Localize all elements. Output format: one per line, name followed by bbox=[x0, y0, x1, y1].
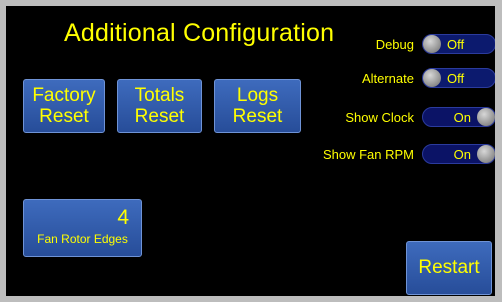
debug-toggle[interactable]: Off bbox=[422, 34, 495, 54]
toggle-knob bbox=[423, 35, 441, 53]
factory-reset-button[interactable]: Factory Reset bbox=[23, 79, 105, 133]
fan-rotor-edges-button[interactable]: 4 Fan Rotor Edges bbox=[23, 199, 142, 257]
alternate-toggle-state: Off bbox=[447, 71, 465, 86]
page-title: Additional Configuration bbox=[64, 19, 335, 47]
show-fan-rpm-toggle-state: On bbox=[453, 147, 471, 162]
fan-rotor-edges-label: Fan Rotor Edges bbox=[37, 232, 128, 246]
show-clock-toggle-state: On bbox=[453, 110, 471, 125]
show-clock-label: Show Clock bbox=[345, 110, 414, 125]
config-screen: Additional Configuration Factory Reset T… bbox=[6, 6, 495, 296]
totals-reset-line1: Totals bbox=[134, 85, 185, 106]
logs-reset-line2: Reset bbox=[232, 106, 283, 127]
totals-reset-line2: Reset bbox=[134, 106, 185, 127]
toggle-knob bbox=[477, 145, 495, 163]
fan-rotor-edges-value: 4 bbox=[117, 206, 129, 229]
alternate-toggle[interactable]: Off bbox=[422, 68, 495, 88]
logs-reset-button[interactable]: Logs Reset bbox=[214, 79, 301, 133]
restart-label: Restart bbox=[418, 257, 480, 278]
toggle-knob bbox=[477, 108, 495, 126]
logs-reset-line1: Logs bbox=[236, 85, 279, 106]
show-fan-rpm-label: Show Fan RPM bbox=[322, 147, 414, 162]
factory-reset-line2: Reset bbox=[39, 106, 89, 127]
show-clock-toggle[interactable]: On bbox=[422, 107, 495, 127]
debug-label: Debug bbox=[375, 37, 414, 52]
factory-reset-line1: Factory bbox=[32, 85, 96, 106]
debug-toggle-state: Off bbox=[447, 37, 465, 52]
alternate-label: Alternate bbox=[361, 71, 414, 86]
restart-button[interactable]: Restart bbox=[406, 241, 492, 295]
totals-reset-button[interactable]: Totals Reset bbox=[117, 79, 202, 133]
show-fan-rpm-toggle[interactable]: On bbox=[422, 144, 495, 164]
toggle-knob bbox=[423, 69, 441, 87]
